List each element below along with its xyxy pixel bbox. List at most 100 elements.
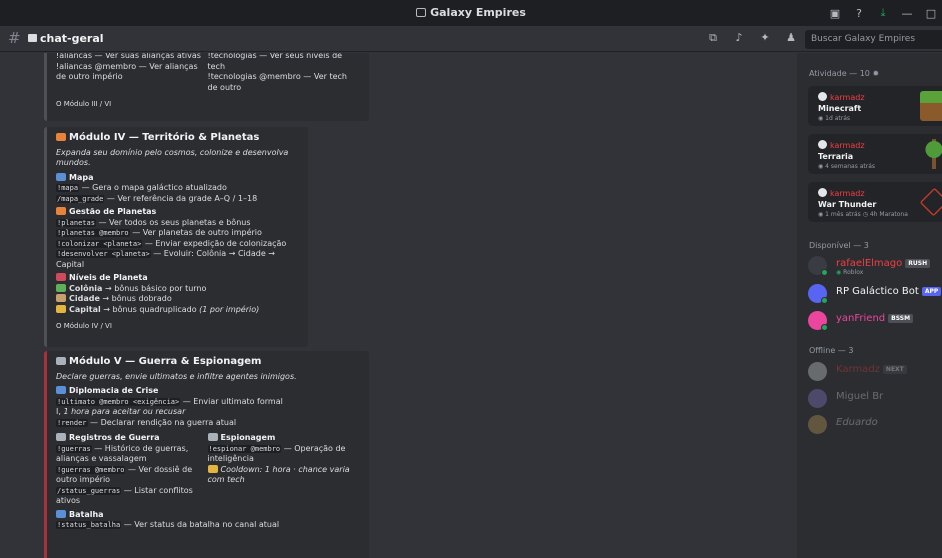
field-text: → bônus dobrado xyxy=(99,294,172,303)
embed-module-3: !aliancas — Ver suas alianças ativas !al… xyxy=(44,53,369,121)
avatar xyxy=(808,389,827,408)
embed-description: Declare guerras, envie ultimatos e infil… xyxy=(56,371,297,381)
window-controls: ▣ ? ⤓ — □ xyxy=(822,3,942,23)
field-name: Diplomacia de Crise xyxy=(56,386,359,397)
pin-icon[interactable]: ✦ xyxy=(752,31,778,45)
command-code: /status_guerras xyxy=(56,486,122,495)
field-column: !aliancas — Ver suas alianças ativas !al… xyxy=(56,53,208,93)
member-rp-galactico-bot[interactable]: RP Galáctico Bot APP xyxy=(808,282,942,304)
member-name-text: RP Galáctico Bot xyxy=(836,286,919,297)
field-name-text: Gestão de Planetas xyxy=(69,207,157,216)
chat-emoji-icon xyxy=(28,34,37,42)
field-line: !desenvolver <planeta> — Evoluir: Colôni… xyxy=(56,249,298,270)
activity-user: karmadz xyxy=(818,188,865,198)
search-input[interactable]: Buscar Galaxy Empires xyxy=(805,30,942,49)
activity-meta: ◉ 1d atrás xyxy=(818,115,850,122)
field-name: Gestão de Planetas xyxy=(56,207,298,218)
header-toolbar: ⧉ ♪ ✦ ♟ xyxy=(700,31,804,45)
field-line: Capital → bônus quadruplicado (1 por imp… xyxy=(56,304,298,316)
member-tag: RUSH xyxy=(905,259,931,268)
field-text: — Ver referência da grade A–Q / 1–18 xyxy=(104,193,258,203)
embed-description: Expanda seu domínio pelo cosmos, coloniz… xyxy=(56,147,289,168)
command-code: /mapa_grade xyxy=(56,194,105,203)
member-karmadz[interactable]: Karmadz NEXT xyxy=(808,360,942,382)
member-list-icon[interactable]: ♟ xyxy=(778,31,804,45)
avatar xyxy=(818,188,827,197)
activity-card-minecraft[interactable]: karmadz Minecraft ◉ 1d atrás xyxy=(808,86,942,126)
member-name: Eduardo xyxy=(836,417,878,428)
embed-module-5: Módulo V — Guerra & Espionagem Declare g… xyxy=(44,351,369,558)
command-code: !guerras @membro xyxy=(56,465,126,474)
download-icon[interactable]: ⤓ xyxy=(872,3,894,23)
activity-meta: ◉ 1 mês atrás ◷ 4h Maratona xyxy=(818,211,908,218)
activity-user: karmadz xyxy=(818,92,865,102)
field-text: — Ver todos os seus planetas e bônus xyxy=(95,217,251,227)
available-header: Disponível — 3 xyxy=(809,241,869,250)
avatar xyxy=(818,140,827,149)
app-title: Galaxy Empires xyxy=(0,6,942,19)
member-sidebar[interactable]: Atividade — 10 ✹ Disponível — 3 Offline … xyxy=(797,53,942,558)
offline-header: Offline — 3 xyxy=(809,346,854,355)
map-icon xyxy=(56,509,66,518)
member-yanfriend[interactable]: yanFriend BSSM xyxy=(808,309,942,331)
gear-icon[interactable]: ✹ xyxy=(872,69,879,78)
command-code: !desenvolver <planeta> xyxy=(56,250,151,258)
embed-title: Módulo IV — Território & Planetas xyxy=(56,132,298,144)
minimize-icon[interactable]: — xyxy=(896,3,918,23)
activity-card-war-thunder[interactable]: karmadz War Thunder ◉ 1 mês atrás ◷ 4h M… xyxy=(808,182,942,222)
terraria-tree-icon xyxy=(920,139,942,169)
embed-title: Módulo V — Guerra & Espionagem xyxy=(56,356,359,368)
field-name: Registros de Guerra xyxy=(56,433,208,444)
member-miguel-br[interactable]: Miguel Br xyxy=(808,387,942,409)
command-code: !guerras xyxy=(56,444,92,453)
planet-icon xyxy=(56,133,66,141)
app-badge: APP xyxy=(921,287,942,296)
embed-module-4: Módulo IV — Território & Planetas Expand… xyxy=(44,127,308,347)
embed-title-text: Módulo IV — Território & Planetas xyxy=(69,132,260,143)
field-line: !colonizar <planeta> — Enviar expedição … xyxy=(56,239,298,250)
field-line: !ultimato @membro <exigência> — Enviar u… xyxy=(56,397,359,408)
field-name-text: Registros de Guerra xyxy=(69,433,160,442)
inbox-icon[interactable]: ▣ xyxy=(824,3,846,23)
app-icon xyxy=(416,8,427,17)
spy-icon xyxy=(207,433,218,441)
field-line: !guerras @membro — Ver dossiê de outro i… xyxy=(56,465,208,486)
field-italic: (1 por império) xyxy=(199,304,260,314)
maximize-icon[interactable]: □ xyxy=(920,3,942,23)
field-name: Batalha xyxy=(56,509,359,521)
field-text: — Ver status da batalha no canal atual xyxy=(121,520,280,529)
field-italic: Cooldown: 1 hora · chance varia com tech xyxy=(207,464,350,485)
field-line: !espionar @membro — Operação de inteligê… xyxy=(207,444,360,465)
activity-streak: 4h Maratona xyxy=(869,211,908,218)
field-line: /status_guerras — Listar conflitos ativo… xyxy=(56,486,208,507)
online-status-icon xyxy=(821,324,828,331)
field-line: !guerras — Histórico de guerras, aliança… xyxy=(56,444,208,465)
activity-time: 1d atrás xyxy=(825,115,851,122)
avatar xyxy=(818,92,827,101)
member-rafaelelmago[interactable]: rafaelElmago RUSH ◉ Roblox xyxy=(808,254,942,276)
channel-header: # chat-geral ⧉ ♪ ✦ ♟ xyxy=(0,26,942,52)
activity-meta: ◉ 4 semanas atrás xyxy=(818,163,875,170)
help-icon[interactable]: ? xyxy=(848,3,870,23)
member-activity-text: Roblox xyxy=(843,269,864,276)
gamepad-icon: ◉ xyxy=(818,211,824,218)
member-eduardo[interactable]: Eduardo xyxy=(808,413,942,435)
field-line: /mapa_grade — Ver referência da grade A–… xyxy=(56,194,298,205)
crossed-swords-icon xyxy=(56,433,66,441)
message-list[interactable]: !aliancas — Ver suas alianças ativas !al… xyxy=(0,53,797,558)
activity-user-name: karmadz xyxy=(830,93,865,102)
threads-icon[interactable]: ⧉ xyxy=(700,31,726,45)
field-name-text: Diplomacia de Crise xyxy=(69,386,159,395)
scroll-icon xyxy=(56,386,66,394)
field-bold: Colônia xyxy=(69,283,103,293)
activity-card-terraria[interactable]: karmadz Terraria ◉ 4 semanas atrás xyxy=(808,134,942,174)
field-name: Níveis de Planeta xyxy=(56,273,298,284)
gamepad-icon: ◉ xyxy=(818,115,824,122)
minecraft-art-icon xyxy=(920,91,942,121)
field-name-text: Níveis de Planeta xyxy=(69,273,148,282)
crown-icon xyxy=(56,304,66,313)
field-text: — Enviar ultimato formal xyxy=(180,396,283,406)
field-line: !planetas @membro — Ver planetas de outr… xyxy=(56,228,298,239)
notification-bell-icon[interactable]: ♪ xyxy=(726,31,752,45)
avatar xyxy=(808,415,827,434)
